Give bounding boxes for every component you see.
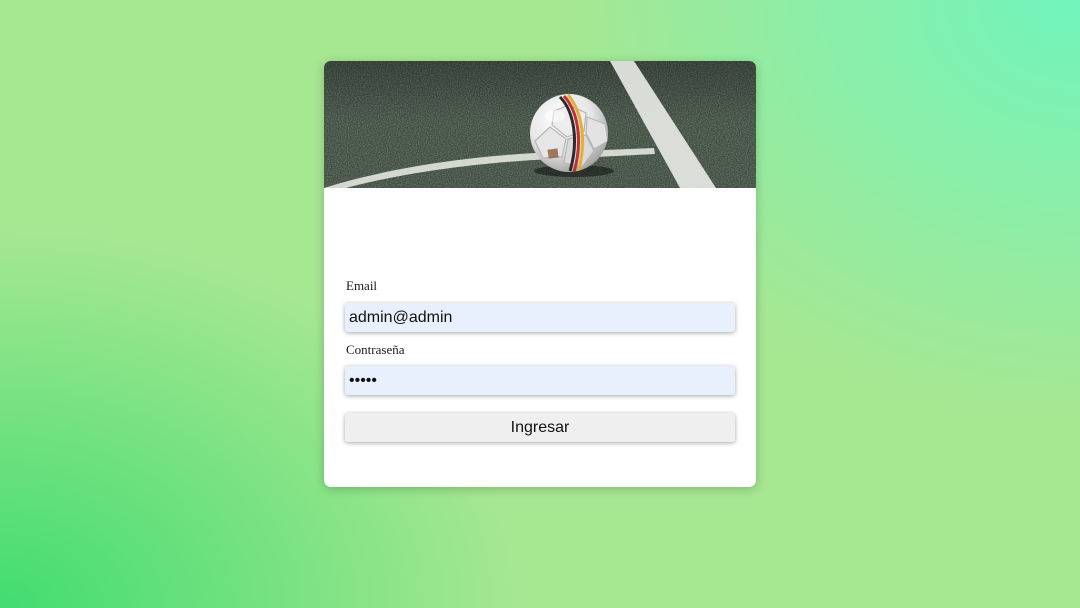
email-field[interactable] bbox=[345, 303, 735, 332]
password-field[interactable] bbox=[345, 366, 735, 395]
soccer-ball-hero-image bbox=[324, 61, 756, 188]
login-card: Email Contraseña Ingresar bbox=[324, 61, 756, 487]
email-label: Email bbox=[346, 278, 378, 293]
submit-button[interactable]: Ingresar bbox=[345, 413, 735, 442]
page-background: { "login": { "email_label": "Email", "em… bbox=[0, 0, 1080, 608]
password-label: Contraseña bbox=[346, 342, 405, 357]
